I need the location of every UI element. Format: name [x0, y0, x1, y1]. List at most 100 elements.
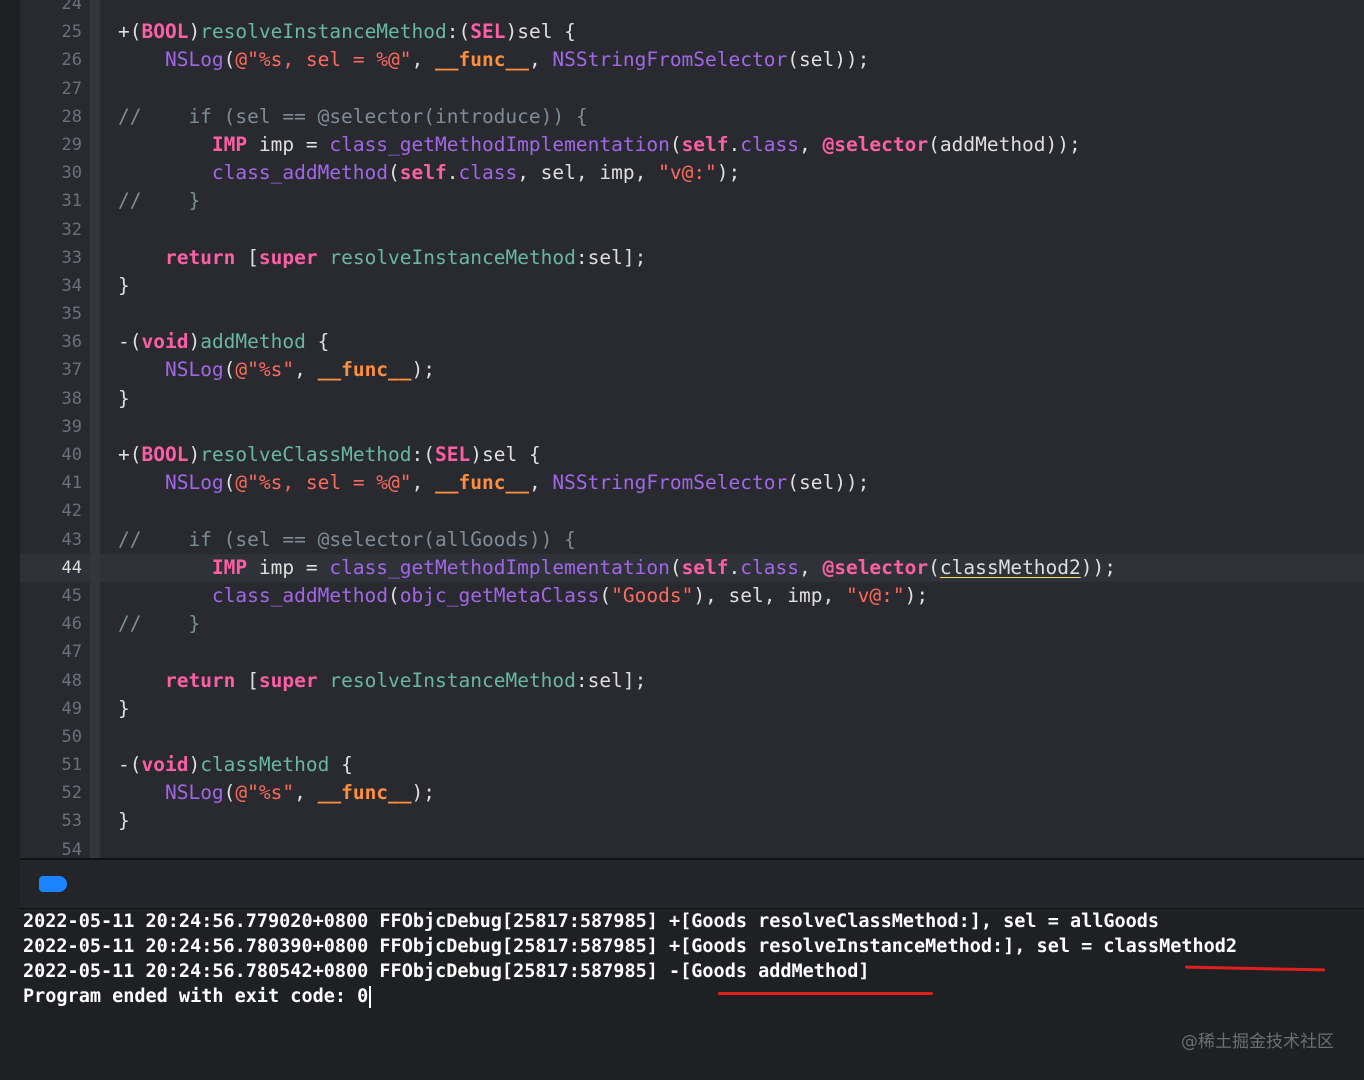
- code-line[interactable]: 52 NSLog(@"%s", __func__);: [20, 779, 1364, 808]
- code-token: // if (sel == @selector(introduce)) {: [118, 104, 588, 128]
- fold-ribbon[interactable]: [90, 469, 100, 498]
- code-line[interactable]: 45 class_addMethod(objc_getMetaClass("Go…: [20, 581, 1364, 611]
- fold-ribbon[interactable]: [90, 215, 100, 244]
- fold-ribbon[interactable]: [90, 300, 100, 329]
- code-line[interactable]: 25 +(BOOL)resolveInstanceMethod:(SEL)sel …: [20, 18, 1364, 47]
- code-token: BOOL: [141, 20, 189, 44]
- code-line[interactable]: 28 // if (sel == @selector(introduce)) {: [20, 102, 1364, 131]
- code-token: (sel));: [787, 48, 870, 72]
- code-line[interactable]: 26 NSLog(@"%s, sel = %@", __func__, NSSt…: [20, 46, 1364, 75]
- code-line[interactable]: 49}: [20, 694, 1364, 723]
- fold-ribbon[interactable]: [90, 722, 100, 752]
- fold-ribbon[interactable]: [90, 187, 100, 216]
- fold-ribbon[interactable]: [90, 751, 100, 780]
- fold-ribbon[interactable]: [90, 74, 100, 103]
- code-token: )sel {: [505, 20, 576, 44]
- code-token: class_addMethod: [211, 583, 389, 607]
- fold-ribbon[interactable]: [90, 159, 100, 188]
- code-token: ,: [798, 555, 823, 579]
- code-line[interactable]: 43 // if (sel == @selector(allGoods)) {: [20, 525, 1364, 554]
- code-line[interactable]: 27: [20, 74, 1364, 103]
- fold-ribbon[interactable]: [90, 610, 100, 639]
- fold-ribbon[interactable]: [90, 0, 100, 19]
- code-line[interactable]: 48 return [super resolveInstanceMethod:s…: [20, 666, 1364, 695]
- code-line[interactable]: 34}: [20, 271, 1364, 301]
- code-line[interactable]: 53}: [20, 807, 1364, 836]
- code-token: -(: [118, 753, 142, 777]
- code-line[interactable]: 24: [20, 0, 1364, 19]
- code-line[interactable]: 30 class_addMethod(self.class, sel, imp,…: [20, 159, 1364, 188]
- line-number: 53: [61, 811, 82, 832]
- code-editor[interactable]: 24 25 +(BOOL)resolveInstanceMethod:(SEL)se…: [20, 0, 1364, 858]
- code-line[interactable]: 42: [20, 497, 1364, 526]
- fold-ribbon[interactable]: [90, 638, 100, 667]
- fold-ribbon[interactable]: [90, 356, 100, 385]
- code-token: (: [669, 132, 682, 156]
- fold-ribbon[interactable]: [90, 497, 100, 526]
- code-line[interactable]: 54: [20, 835, 1364, 858]
- code-text: NSLog(@"%s", __func__);: [118, 779, 435, 807]
- code-line[interactable]: 40 +(BOOL)resolveClassMethod:(SEL)sel {: [20, 441, 1364, 470]
- code-line[interactable]: 51 -(void)classMethod {: [20, 751, 1364, 780]
- fold-ribbon[interactable]: [90, 553, 100, 582]
- console-output[interactable]: 2022-05-11 20:24:56.779020+0800 FFObjcDe…: [20, 909, 1364, 1080]
- code-line[interactable]: 37 NSLog(@"%s", __func__);: [20, 356, 1364, 385]
- code-line[interactable]: 29 IMP imp = class_getMethodImplementati…: [20, 130, 1364, 160]
- code-token: class: [740, 132, 799, 156]
- fold-ribbon[interactable]: [90, 130, 100, 160]
- code-text: // }: [118, 610, 200, 638]
- watermark: @稀土掘金技术社区: [1181, 1032, 1334, 1052]
- code-text: return [super resolveInstanceMethod:sel]…: [118, 244, 646, 272]
- code-token: NSLog: [164, 358, 224, 382]
- fold-ribbon[interactable]: [90, 835, 100, 858]
- fold-ribbon[interactable]: [90, 102, 100, 131]
- code-token: (sel));: [787, 471, 870, 495]
- code-token: ,: [294, 358, 318, 382]
- code-token: ), sel, imp,: [693, 583, 846, 607]
- fold-ribbon[interactable]: [90, 46, 100, 75]
- code-line[interactable]: 38}: [20, 384, 1364, 413]
- code-token: :(: [411, 443, 436, 466]
- code-token: addMethod: [200, 330, 306, 354]
- code-line[interactable]: 33 return [super resolveInstanceMethod:s…: [20, 243, 1364, 272]
- code-token: ,: [798, 132, 823, 156]
- code-line[interactable]: 39: [20, 412, 1364, 441]
- code-line[interactable]: 36 -(void)addMethod {: [20, 328, 1364, 357]
- fold-ribbon[interactable]: [90, 18, 100, 47]
- code-line[interactable]: 46 // }: [20, 610, 1364, 639]
- code-line[interactable]: 47: [20, 638, 1364, 667]
- fold-ribbon[interactable]: [90, 271, 100, 301]
- code-token: "Goods": [611, 583, 694, 607]
- fold-ribbon[interactable]: [90, 243, 100, 272]
- code-token: objc_getMetaClass: [399, 583, 600, 607]
- text-cursor: [369, 986, 372, 1008]
- fold-ribbon[interactable]: [90, 412, 100, 441]
- code-token: ,: [294, 781, 318, 805]
- fold-ribbon[interactable]: [90, 384, 100, 413]
- fold-ribbon[interactable]: [90, 807, 100, 836]
- fold-ribbon[interactable]: [90, 581, 100, 611]
- fold-ribbon[interactable]: [90, 328, 100, 357]
- code-text: return [super resolveInstanceMethod:sel]…: [118, 667, 646, 695]
- fold-ribbon[interactable]: [90, 441, 100, 470]
- code-line[interactable]: 50: [20, 722, 1364, 752]
- line-number: 34: [61, 275, 82, 296]
- code-line[interactable]: 44 IMP imp = class_getMethodImplementati…: [20, 553, 1364, 582]
- line-number: 27: [61, 78, 82, 99]
- fold-ribbon[interactable]: [90, 779, 100, 808]
- code-line[interactable]: 32: [20, 215, 1364, 244]
- code-token: super: [258, 245, 318, 269]
- code-token: .: [728, 132, 741, 156]
- code-token: ,: [411, 471, 436, 495]
- fold-ribbon[interactable]: [90, 694, 100, 723]
- code-line[interactable]: 41 NSLog(@"%s, sel = %@", __func__, NSSt…: [20, 469, 1364, 498]
- code-line[interactable]: 31 // }: [20, 187, 1364, 216]
- code-token: (: [599, 583, 612, 607]
- code-line[interactable]: 35: [20, 300, 1364, 329]
- fold-ribbon[interactable]: [90, 525, 100, 554]
- line-number: 43: [61, 529, 82, 550]
- line-number: 28: [61, 106, 82, 127]
- debug-area-toggle-icon[interactable]: [39, 876, 67, 892]
- code-token: NSStringFromSelector: [552, 471, 788, 495]
- fold-ribbon[interactable]: [90, 666, 100, 695]
